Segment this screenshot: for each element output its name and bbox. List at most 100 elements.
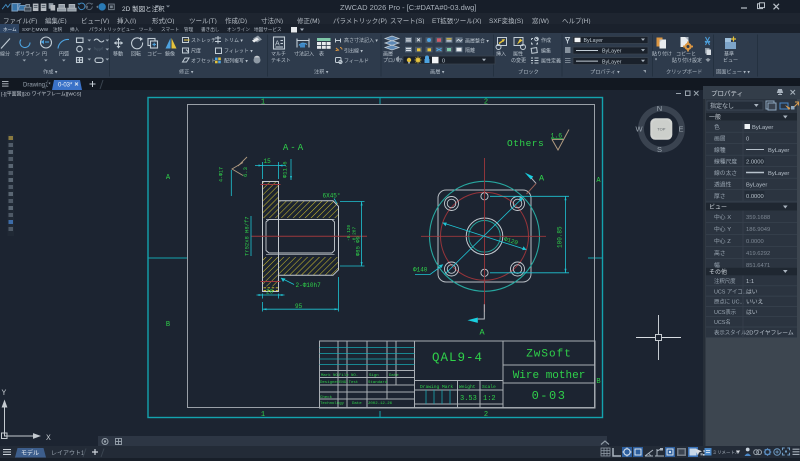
svg-text:B: B bbox=[596, 378, 600, 386]
svg-text:はい: はい bbox=[746, 309, 758, 316]
svg-text:Designer: Designer bbox=[320, 380, 340, 385]
svg-text:A-A: A-A bbox=[283, 143, 305, 153]
svg-text:Wire mother: Wire mother bbox=[513, 370, 586, 382]
svg-text:レイアウト1: レイアウト1 bbox=[51, 449, 85, 457]
svg-text:W: W bbox=[635, 125, 643, 134]
svg-text:ByLayer: ByLayer bbox=[768, 171, 789, 177]
svg-text:中心 Y: 中心 Y bbox=[714, 225, 731, 233]
svg-text:テキスト: テキスト bbox=[271, 58, 291, 64]
svg-text:Φ11.6: Φ11.6 bbox=[282, 161, 289, 178]
svg-text:一般: 一般 bbox=[709, 113, 721, 121]
svg-text:線種: 線種 bbox=[714, 146, 726, 154]
svg-text:線種尺度: 線種尺度 bbox=[714, 158, 737, 166]
svg-text:鏡像: 鏡像 bbox=[165, 50, 175, 57]
svg-text:A: A bbox=[166, 174, 171, 182]
svg-text:画層: 画層 bbox=[714, 136, 726, 143]
svg-text:2002-12-26: 2002-12-26 bbox=[368, 402, 393, 406]
svg-text:0: 0 bbox=[746, 137, 749, 143]
svg-text:中心 Z: 中心 Z bbox=[714, 237, 731, 245]
svg-text:オフセット: オフセット bbox=[191, 58, 216, 64]
svg-text:引出線 ▾: 引出線 ▾ bbox=[344, 47, 363, 54]
svg-text:プロパティ: プロパティ bbox=[711, 90, 743, 98]
svg-text:作成: 作成 bbox=[541, 37, 551, 44]
svg-text:419.6292: 419.6292 bbox=[746, 251, 770, 257]
svg-text:ByLayer: ByLayer bbox=[602, 59, 622, 65]
svg-text:ストレッチ: ストレッチ bbox=[191, 38, 216, 44]
svg-text:1:2: 1:2 bbox=[483, 395, 496, 403]
svg-text:Standard: Standard bbox=[368, 380, 388, 385]
svg-text:4-Φ17: 4-Φ17 bbox=[219, 167, 225, 182]
svg-text:20: 20 bbox=[266, 289, 274, 296]
svg-text:95: 95 bbox=[295, 303, 303, 310]
svg-text:6X45°: 6X45° bbox=[323, 193, 341, 200]
svg-text:1: 1 bbox=[261, 99, 265, 107]
svg-text:Others: Others bbox=[507, 138, 544, 149]
svg-text:0-03*: 0-03* bbox=[58, 83, 73, 89]
svg-text:Y: Y bbox=[2, 389, 7, 398]
svg-text:ByLayer: ByLayer bbox=[746, 183, 767, 189]
svg-text:▾: ▾ bbox=[655, 56, 657, 61]
svg-text:2-Φ10h7: 2-Φ10h7 bbox=[296, 282, 322, 289]
svg-text:高さ: 高さ bbox=[714, 249, 726, 257]
svg-text:基準: 基準 bbox=[724, 50, 734, 57]
svg-text:Mark NO.: Mark NO. bbox=[321, 373, 340, 378]
svg-text:E: E bbox=[678, 125, 683, 134]
svg-text:修正 ▾: 修正 ▾ bbox=[179, 67, 194, 75]
svg-text:2Dワイヤフレーム: 2Dワイヤフレーム bbox=[746, 330, 794, 337]
svg-text:-0.207: -0.207 bbox=[352, 226, 358, 243]
svg-text:2: 2 bbox=[484, 99, 488, 107]
svg-text:注釈尺度: 注釈尺度 bbox=[714, 277, 736, 285]
svg-text:高さ寸法記入 ▾: 高さ寸法記入 ▾ bbox=[344, 37, 378, 44]
svg-text:フィレット ▾: フィレット ▾ bbox=[224, 48, 253, 54]
svg-text:色: 色 bbox=[714, 123, 720, 131]
svg-text:移動: 移動 bbox=[113, 50, 123, 57]
svg-text:指定なし: 指定なし bbox=[710, 102, 734, 110]
svg-text:いいえ: いいえ bbox=[746, 299, 764, 306]
svg-text:厚さ: 厚さ bbox=[714, 193, 726, 200]
svg-text:186.9049: 186.9049 bbox=[746, 227, 770, 233]
svg-text:ENG-Test: ENG-Test bbox=[339, 381, 358, 385]
svg-text:画層 ▾: 画層 ▾ bbox=[430, 68, 445, 75]
svg-text:A: A bbox=[480, 328, 486, 338]
svg-text:尺度: 尺度 bbox=[191, 47, 201, 54]
svg-text:Tr52x8 H8/f7: Tr52x8 H8/f7 bbox=[244, 216, 251, 256]
svg-text:貼り付け設定: 貼り付け設定 bbox=[672, 57, 702, 64]
svg-text:編集: 編集 bbox=[541, 47, 551, 54]
svg-text:はい: はい bbox=[746, 288, 758, 295]
svg-text:A: A bbox=[539, 174, 545, 184]
svg-text:回転: 回転 bbox=[131, 51, 141, 57]
svg-text:図面ビュー ▾ ▾: 図面ビュー ▾ ▾ bbox=[716, 67, 750, 75]
svg-text:ByLayer: ByLayer bbox=[768, 148, 789, 154]
svg-text:Scale: Scale bbox=[482, 384, 496, 390]
svg-text:1:1: 1:1 bbox=[746, 279, 754, 285]
svg-text:TOP: TOP bbox=[657, 127, 665, 132]
svg-text:N: N bbox=[657, 104, 662, 113]
svg-text:UCS アイコ...: UCS アイコ... bbox=[714, 288, 747, 295]
svg-text:B: B bbox=[166, 321, 170, 329]
svg-text:3.53: 3.53 bbox=[460, 395, 477, 403]
svg-text:その他: その他 bbox=[709, 268, 727, 276]
svg-text:ブロック: ブロック bbox=[518, 67, 539, 75]
svg-text:UCS表示: UCS表示 bbox=[714, 308, 737, 316]
svg-text:プロパティ ▾: プロパティ ▾ bbox=[590, 68, 620, 75]
svg-text:Check: Check bbox=[320, 395, 333, 400]
svg-text:6.3: 6.3 bbox=[242, 167, 249, 177]
svg-text:ByLayer: ByLayer bbox=[584, 38, 604, 44]
svg-text:0: 0 bbox=[442, 58, 445, 64]
svg-text:コピー: コピー bbox=[147, 51, 162, 57]
svg-text:ByLayer: ByLayer bbox=[602, 48, 622, 54]
svg-text:挿入: 挿入 bbox=[496, 50, 506, 57]
svg-text:Technology: Technology bbox=[320, 401, 345, 406]
svg-text:0.0000: 0.0000 bbox=[746, 239, 764, 245]
svg-text:マルチ: マルチ bbox=[271, 51, 286, 57]
svg-text:Φ140: Φ140 bbox=[413, 267, 428, 274]
svg-text:0-03: 0-03 bbox=[532, 389, 567, 403]
svg-text:ZwSoft: ZwSoft bbox=[526, 349, 572, 361]
svg-text:2: 2 bbox=[484, 411, 488, 419]
svg-text:Weight: Weight bbox=[459, 384, 476, 390]
svg-text:作成 ▾: 作成 ▾ bbox=[43, 67, 58, 75]
svg-text:-0.120: -0.120 bbox=[346, 224, 352, 241]
svg-text:File NO.: File NO. bbox=[339, 373, 358, 378]
svg-text:ビュー: ビュー bbox=[723, 57, 738, 64]
svg-text:表示スタイル: 表示スタイル bbox=[714, 329, 747, 337]
